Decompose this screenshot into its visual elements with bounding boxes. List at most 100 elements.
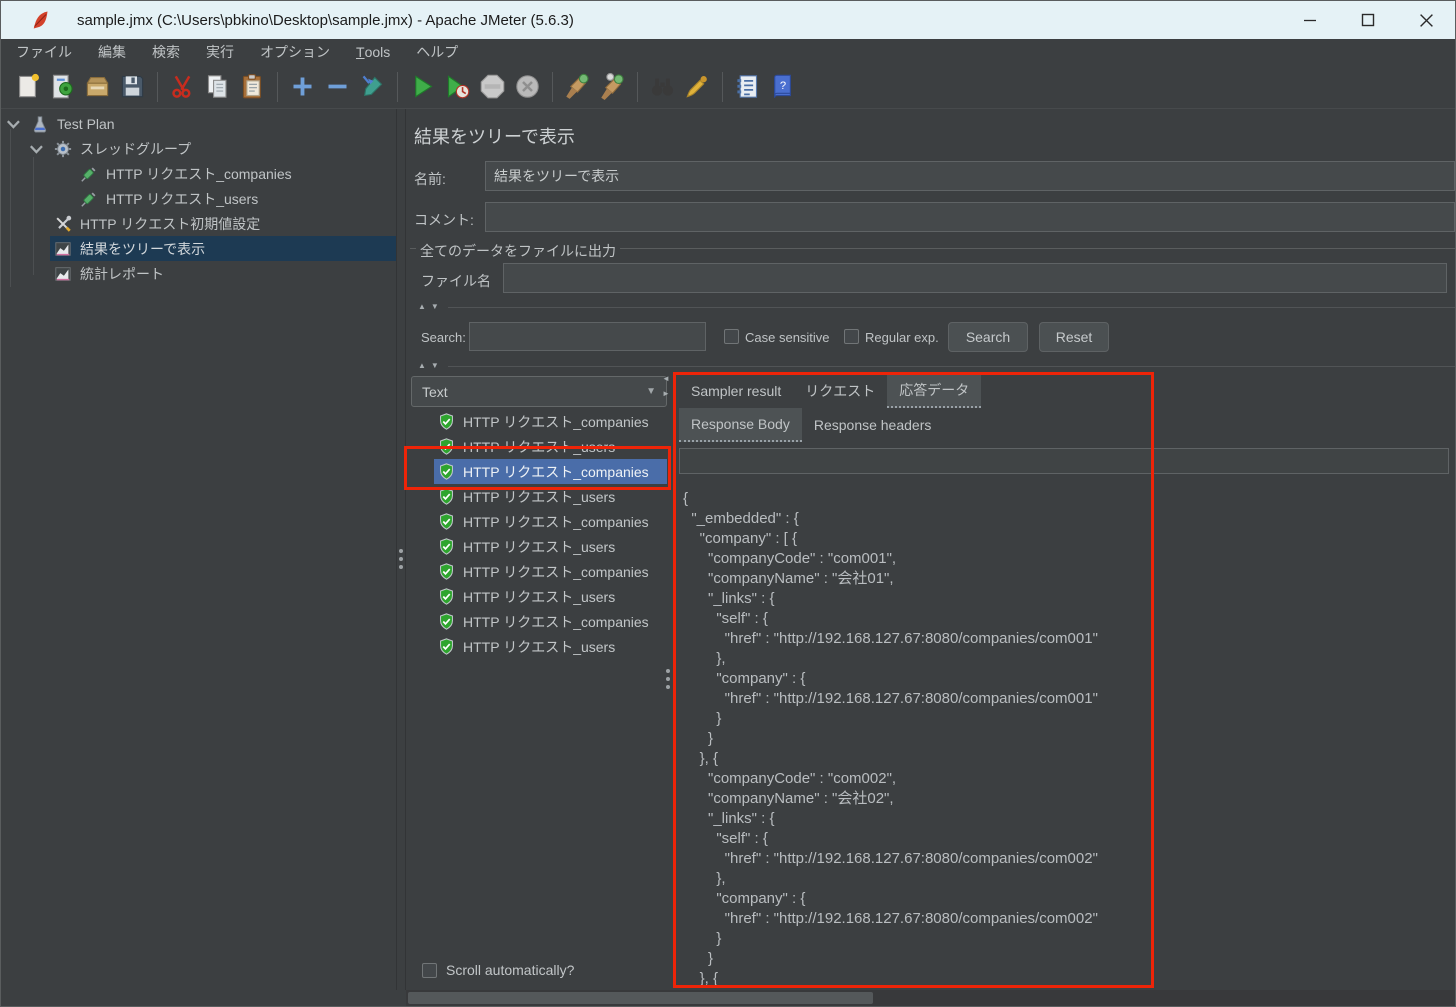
result-item-4[interactable]: HTTP リクエスト_companies [406,509,669,534]
tree-item-6[interactable]: 統計レポート [1,261,396,286]
splitter-grip-icon[interactable] [399,549,403,569]
success-shield-icon [438,563,455,580]
paste-icon[interactable] [239,73,266,100]
tree-item-3[interactable]: HTTP リクエスト_users [1,186,396,211]
remove-icon[interactable] [324,73,351,100]
tree-item-1[interactable]: スレッドグループ [1,136,396,161]
scroll-automatically-checkbox[interactable] [422,963,437,978]
tree-item-label: HTTP リクエスト_companies [106,165,292,182]
collapse-down-icon[interactable]: ▼ [431,362,439,370]
case-sensitive-checkbox[interactable] [724,329,739,344]
name-label: 名前: [414,171,446,187]
menu-item-3[interactable]: 実行 [193,39,247,65]
menu-item-2[interactable]: 検索 [139,39,193,65]
menu-item-0[interactable]: ファイル [3,39,85,65]
search-button[interactable]: Search [948,322,1028,352]
success-shield-icon [438,613,455,630]
response-tab-2[interactable]: 応答データ [887,373,982,408]
copy-icon[interactable] [204,73,231,100]
case-sensitive-label: Case sensitive [745,330,830,345]
minimize-button[interactable] [1281,1,1339,39]
clear-all-icon[interactable] [599,73,626,100]
thread-group-icon [54,140,72,158]
success-shield-icon [438,513,455,530]
close-button[interactable] [1397,1,1455,39]
result-item-label: HTTP リクエスト_companies [463,563,649,580]
regular-exp-label: Regular exp. [865,330,939,345]
new-file-icon[interactable] [14,73,41,100]
function-helper-icon[interactable] [734,73,761,100]
menu-item-6[interactable]: ヘルプ [403,39,471,65]
result-item-6[interactable]: HTTP リクエスト_companies [406,559,669,584]
comment-input[interactable] [485,202,1455,232]
splitter-grip-icon[interactable] [666,669,670,689]
clear-icon[interactable] [564,73,591,100]
open-file-icon[interactable] [84,73,111,100]
tree-item-5[interactable]: 結果をツリーで表示 [1,236,396,261]
output-group-label: 全てのデータをファイルに出力 [416,241,620,261]
regular-exp-checkbox[interactable] [844,329,859,344]
menu-item-4[interactable]: オプション [247,39,343,65]
filename-input[interactable] [503,263,1447,293]
test-plan-icon [31,115,49,133]
view-results-tree-icon [54,240,72,258]
response-body-search-input[interactable] [679,448,1449,474]
tree-item-0[interactable]: Test Plan [1,111,396,136]
response-panel: Sampler result リクエスト 応答データ Response Body Re… [673,373,1455,991]
success-shield-icon [438,463,455,480]
reset-button[interactable]: Reset [1039,322,1109,352]
response-tab-1[interactable]: リクエスト [793,373,887,408]
horizontal-scrollbar-thumb[interactable] [408,992,873,1004]
collapse-left-icon[interactable]: ◄ [662,375,670,383]
tree-item-4[interactable]: HTTP リクエスト初期値設定 [1,211,396,236]
menu-item-5[interactable]: Tools [343,39,403,65]
add-icon[interactable] [289,73,316,100]
result-item-label: HTTP リクエスト_companies [463,513,649,530]
shutdown-icon[interactable] [514,73,541,100]
stop-icon[interactable] [479,73,506,100]
collapse-down-icon[interactable]: ▼ [431,303,439,311]
search-input[interactable] [469,322,706,351]
result-item-label: HTTP リクエスト_users [463,538,616,555]
templates-icon[interactable] [49,73,76,100]
search-icon[interactable] [649,73,676,100]
response-tab-0[interactable]: Sampler result [679,373,793,408]
collapse-right-icon[interactable]: ► [662,390,670,398]
clear-search-icon[interactable] [684,73,711,100]
response-subtab-0[interactable]: Response Body [679,408,802,442]
maximize-button[interactable] [1339,1,1397,39]
main-splitter[interactable] [396,109,406,990]
horizontal-scrollbar[interactable] [406,990,1455,1006]
start-icon[interactable] [409,73,436,100]
save-icon[interactable] [119,73,146,100]
name-input[interactable] [485,161,1455,191]
collapse-up-icon[interactable]: ▲ [418,303,426,311]
cut-icon[interactable] [169,73,196,100]
expander-icon[interactable] [28,142,50,156]
edit-icon[interactable] [359,73,386,100]
toolbar: ? [1,65,1455,109]
filename-label: ファイル名 [421,273,491,289]
tree-item-2[interactable]: HTTP リクエスト_companies [1,161,396,186]
scroll-automatically-label: Scroll automatically? [446,962,575,978]
toolbar-separator [277,71,278,102]
menu-item-1[interactable]: 編集 [85,39,139,65]
result-item-8[interactable]: HTTP リクエスト_companies [406,609,669,634]
result-item-2[interactable]: HTTP リクエスト_companies [406,459,669,484]
response-subtab-1[interactable]: Response headers [802,408,944,442]
start-no-pauses-icon[interactable] [444,73,471,100]
help-icon[interactable]: ? [769,73,796,100]
test-plan-tree: Test Plan スレッドグループ HTTP リクエスト_companies HTT… [1,109,396,1006]
collapse-up-icon[interactable]: ▲ [418,362,426,370]
view-mode-value: Text [422,383,448,400]
result-item-7[interactable]: HTTP リクエスト_users [406,584,669,609]
result-item-5[interactable]: HTTP リクエスト_users [406,534,669,559]
result-item-3[interactable]: HTTP リクエスト_users [406,484,669,509]
result-item-9[interactable]: HTTP リクエスト_users [406,634,669,659]
result-item-0[interactable]: HTTP リクエスト_companies [406,409,669,434]
result-item-1[interactable]: HTTP リクエスト_users [406,434,669,459]
success-shield-icon [438,413,455,430]
expander-icon[interactable] [5,117,27,131]
window-title: sample.jmx (C:\Users\pbkino\Desktop\samp… [77,11,574,29]
view-mode-dropdown[interactable]: Text ▼ [411,376,667,407]
